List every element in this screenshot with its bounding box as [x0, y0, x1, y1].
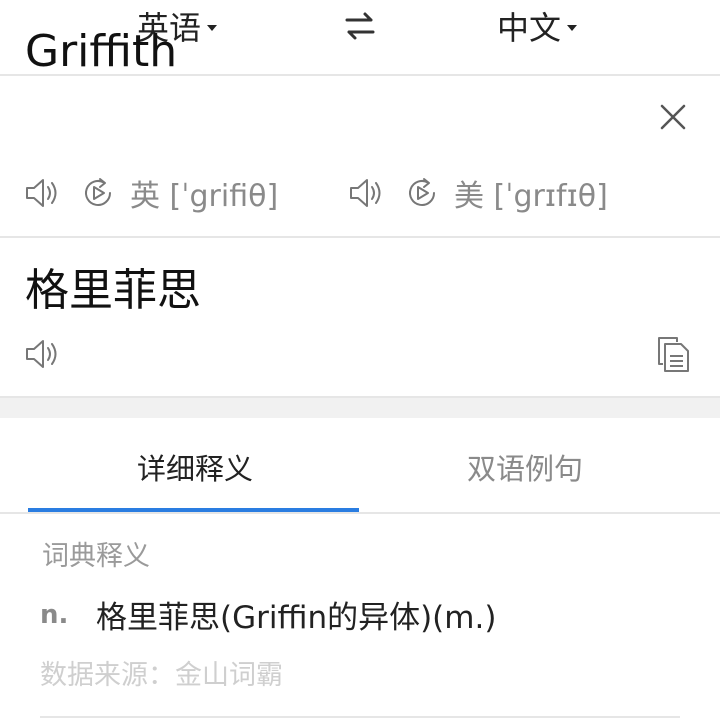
tab-divider	[0, 512, 720, 514]
chevron-down-icon	[207, 25, 218, 31]
phonetic-uk: 英 [ˈgrifiθ]	[24, 170, 278, 216]
copy-icon[interactable]	[655, 334, 693, 374]
divider	[0, 236, 720, 238]
phonetic-label: 英 [ˈgrifiθ]	[130, 179, 279, 214]
tab-bar: 详细释义 双语例句	[0, 418, 720, 512]
close-icon[interactable]	[658, 102, 688, 132]
phonetic-label: 美 [ˈgrɪfɪθ]	[454, 179, 608, 214]
definition-text: 格里菲思(Griffin的异体)(m.)	[96, 600, 497, 636]
swap-arrows-icon[interactable]	[343, 10, 377, 42]
phonetic-us: 美 [ˈgrɪfɪθ]	[348, 170, 608, 216]
definition-entry: n. 格里菲思(Griffin的异体)(m.)	[40, 592, 496, 637]
translation-text: 格里菲思	[25, 265, 201, 316]
replay-icon[interactable]	[80, 175, 116, 211]
data-source: 数据来源：金山词霸	[40, 660, 283, 691]
part-of-speech: n.	[40, 599, 69, 630]
target-language-label: 中文	[497, 9, 562, 47]
active-tab-indicator	[28, 508, 359, 512]
speaker-icon[interactable]	[348, 175, 384, 211]
section-gap	[0, 398, 720, 418]
chevron-down-icon	[567, 25, 578, 31]
divider	[40, 716, 680, 718]
speaker-icon[interactable]	[24, 336, 60, 372]
section-title: 词典释义	[42, 541, 150, 572]
tab-detailed-definition[interactable]: 详细释义	[137, 446, 253, 488]
input-word[interactable]: Griffith	[25, 26, 177, 77]
speaker-icon[interactable]	[24, 175, 60, 211]
tab-bilingual-examples[interactable]: 双语例句	[467, 446, 583, 488]
replay-icon[interactable]	[404, 175, 440, 211]
target-language-selector[interactable]: 中文	[497, 6, 578, 47]
